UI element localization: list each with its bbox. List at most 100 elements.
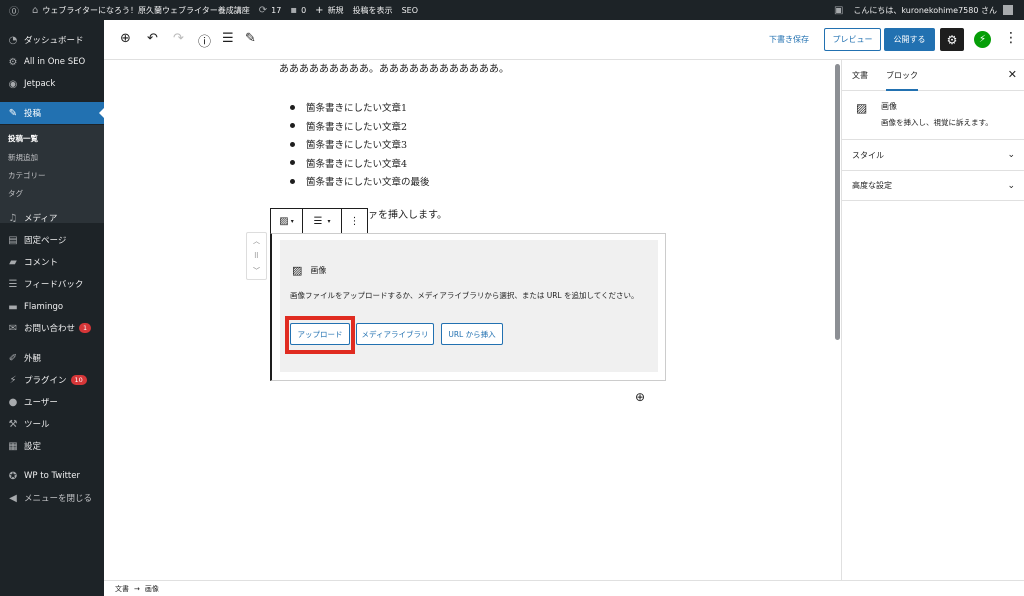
user-greeting[interactable]: こんにちは、kuronekohime7580 さん (853, 5, 997, 16)
more-options-icon[interactable]: ⋮ (1004, 30, 1018, 46)
feedback-icon: ☰ (8, 278, 18, 290)
redo-icon[interactable]: ↷ (173, 31, 184, 46)
edit-pencil-icon[interactable]: ✎ (245, 31, 256, 46)
settings-icon: ▦ (8, 440, 18, 452)
drag-handle-icon[interactable]: ⠿ (254, 252, 259, 260)
sidebar-item-jetpack[interactable]: ◉ Jetpack (0, 73, 104, 95)
sidebar-item-wp-to-twitter[interactable]: ✪ WP to Twitter (0, 465, 104, 487)
sidebar-item-dashboard[interactable]: ◔ ダッシュボード (0, 29, 104, 51)
list-item[interactable]: 箇条書きにしたい文章2 (290, 117, 430, 136)
view-post-link[interactable]: 投稿を表示 (353, 5, 393, 16)
info-icon[interactable]: ⓘ (198, 31, 211, 50)
breadcrumb-image[interactable]: 画像 (145, 584, 159, 594)
placeholder-description: 画像ファイルをアップロードするか、メディアライブラリから選択、または URL を… (290, 291, 639, 300)
paragraph-block-partial[interactable]: ァを挿入します。 (368, 206, 447, 221)
preview-button[interactable]: プレビュー (824, 28, 881, 51)
plugins-count-badge: 10 (70, 375, 87, 385)
insert-from-url-button[interactable]: URL から挿入 (441, 323, 503, 345)
block-more-options[interactable]: ⋮ (342, 209, 367, 233)
list-item[interactable]: 箇条書きにしたい文章の最後 (290, 172, 430, 191)
submenu-categories[interactable]: カテゴリー (8, 170, 46, 181)
panel-styles-label: スタイル (852, 150, 884, 160)
sidebar-item-posts[interactable]: ✎ 投稿 (0, 102, 104, 124)
block-mover[interactable]: ︿ ⠿ ﹀ (246, 232, 267, 280)
align-button[interactable]: ☰ ▾ (303, 209, 342, 233)
avatar[interactable] (1003, 5, 1013, 15)
publish-button[interactable]: 公開する (884, 28, 935, 51)
add-block-icon[interactable]: ⊕ (120, 31, 131, 46)
panel-styles[interactable]: スタイル ⌄ (842, 139, 1024, 170)
sidebar-item-pages[interactable]: ▤ 固定ページ (0, 229, 104, 251)
page-icon: ▤ (8, 234, 18, 246)
pushpin-icon: ✎ (8, 107, 18, 119)
seo-link[interactable]: SEO (402, 6, 418, 15)
breadcrumb: 文書 → 画像 (104, 580, 1024, 596)
submenu-all-posts[interactable]: 投稿一覧 (8, 133, 38, 144)
jetpack-button[interactable]: ⚡ (974, 31, 991, 48)
breadcrumb-arrow-icon: → (134, 584, 140, 593)
list-item[interactable]: 箇条書きにしたい文章1 (290, 98, 430, 117)
chevron-down-icon[interactable]: ﹀ (253, 266, 260, 276)
comment-icon: ▰ (9, 256, 17, 268)
new-content-link[interactable]: + 新規 (315, 5, 343, 16)
block-type-switcher[interactable]: ▨ ▾ (271, 209, 303, 233)
panel-advanced-label: 高度な設定 (852, 181, 892, 190)
breadcrumb-document[interactable]: 文書 (115, 584, 129, 594)
settings-button[interactable]: ⚙ (940, 28, 964, 51)
sidebar-item-users[interactable]: ● ユーザー (0, 391, 104, 413)
sidebar-item-feedback[interactable]: ☰ フィードバック (0, 273, 104, 295)
site-name-link[interactable]: ⌂ ウェブライターになろう！原久蘭ウェブライター養成講座 (32, 5, 250, 16)
chevron-down-icon: ⌄ (1007, 150, 1015, 160)
sidebar-collapse-menu[interactable]: ◀ メニューを閉じる (0, 487, 104, 509)
align-center-icon: ☰ (313, 215, 323, 227)
sidebar-item-label: メニューを閉じる (24, 494, 93, 504)
sidebar-item-tools[interactable]: ⚒ ツール (0, 413, 104, 435)
sidebar-item-flamingo[interactable]: ▬ Flamingo (0, 296, 104, 318)
image-block[interactable]: ▨ 画像 画像ファイルをアップロードするか、メディアライブラリから選択、または … (270, 233, 666, 381)
view-post-label: 投稿を表示 (352, 5, 393, 15)
sidebar-item-label: 固定ページ (24, 236, 67, 246)
sidebar-item-appearance[interactable]: ✐ 外観 (0, 347, 104, 369)
sidebar-item-comments[interactable]: ▰ コメント (0, 251, 104, 273)
chevron-down-icon: ▾ (290, 217, 294, 225)
wordpress-icon: ⓪ (9, 6, 19, 18)
placeholder-title-text: 画像 (310, 266, 327, 275)
list-item[interactable]: 箇条書きにしたい文章3 (290, 135, 430, 154)
tab-block[interactable]: ブロック (886, 70, 918, 91)
save-draft-button[interactable]: 下書き保存 (769, 34, 809, 45)
content-scrollbar[interactable] (833, 60, 841, 580)
list-view-icon[interactable]: ☰ (222, 31, 234, 46)
tab-document[interactable]: 文書 (852, 70, 868, 81)
settings-sidebar: 文書 ブロック ✕ ▨ 画像 画像を挿入し、視覚に訴えます。 スタイル ⌄ 高度… (841, 60, 1024, 580)
list-item[interactable]: 箇条書きにしたい文章4 (290, 154, 430, 173)
twitter-icon: ✪ (8, 470, 18, 482)
wp-logo[interactable]: ⓪ (9, 3, 23, 18)
paragraph-block[interactable]: あああああああああ。ああああああああああああ。 (279, 60, 509, 75)
editor-canvas: あああああああああ。ああああああああああああ。 箇条書きにしたい文章1 箇条書き… (104, 60, 841, 580)
user-icon: ● (8, 396, 18, 408)
sidebar-item-plugins[interactable]: ⚡ プラグイン 10 (0, 369, 104, 391)
sidebar-item-media[interactable]: ♫ メディア (0, 207, 104, 229)
sidebar-item-aioseo[interactable]: ⚙ All in One SEO (0, 51, 104, 73)
comments-link[interactable]: ▪ 0 (290, 5, 306, 16)
close-icon[interactable]: ✕ (1008, 68, 1017, 81)
panel-advanced[interactable]: 高度な設定 ⌄ (842, 170, 1024, 201)
notification-icon[interactable]: ▣ (834, 5, 843, 16)
chevron-up-icon[interactable]: ︿ (253, 236, 260, 246)
sidebar-item-label: 設定 (24, 442, 42, 452)
updates-link[interactable]: ⟳ 17 (259, 5, 282, 16)
scrollbar-thumb[interactable] (835, 64, 840, 340)
undo-icon[interactable]: ↶ (147, 31, 158, 46)
gear-icon: ⚙ (946, 32, 958, 47)
wrench-icon: ⚒ (8, 418, 18, 430)
list-block[interactable]: 箇条書きにしたい文章1 箇条書きにしたい文章2 箇条書きにしたい文章3 箇条書き… (290, 98, 430, 191)
sidebar-item-contact[interactable]: ✉ お問い合わせ 1 (0, 317, 104, 339)
sidebar-item-settings[interactable]: ▦ 設定 (0, 435, 104, 457)
admin-sidebar: ◔ ダッシュボード ⚙ All in One SEO ◉ Jetpack ✎ 投稿 投稿… (0, 20, 104, 596)
submenu-tags[interactable]: タグ (8, 188, 23, 199)
sidebar-item-label: ツール (24, 420, 50, 430)
media-library-button[interactable]: メディアライブラリ (356, 323, 434, 345)
add-block-icon[interactable]: ⊕ (635, 390, 645, 404)
sidebar-item-label: コメント (24, 258, 59, 268)
submenu-add-new[interactable]: 新規追加 (8, 152, 38, 163)
